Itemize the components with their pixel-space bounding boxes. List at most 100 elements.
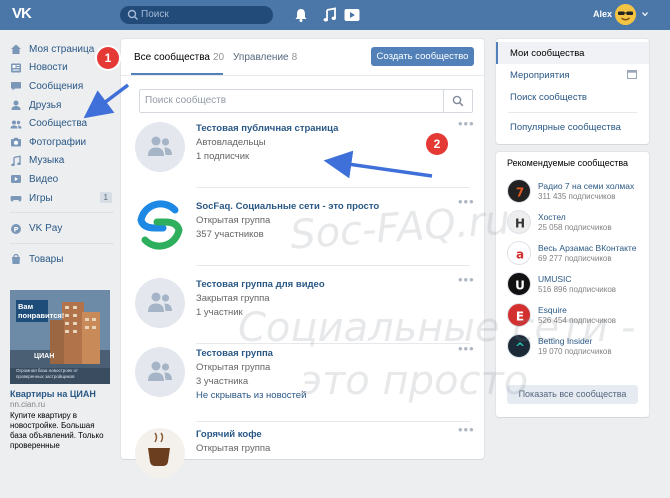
community-name[interactable]: SocFaq. Социальные сети - это просто <box>196 201 379 212</box>
unhide-from-news-link[interactable]: Не скрывать из новостей <box>196 390 306 401</box>
more-icon[interactable]: ••• <box>458 116 475 131</box>
recommended-community-subscribers: 516 896 подписчиков <box>538 285 617 294</box>
community-avatar-placeholder[interactable] <box>135 347 185 397</box>
nav-item-games[interactable]: Игры 1 <box>10 189 114 208</box>
nav-item-messages[interactable]: Сообщения <box>10 77 114 96</box>
global-search-input[interactable]: Поиск <box>120 6 273 24</box>
nav-item-photos[interactable]: Фотографии <box>10 133 114 152</box>
tab-all-communities[interactable]: Все сообщества 20 <box>134 52 224 63</box>
nav-label-news: Новости <box>29 62 68 74</box>
community-search-button[interactable] <box>443 90 472 112</box>
community-row[interactable]: Тестовая группа Открытая группа 3 участн… <box>121 339 484 417</box>
svg-text:7: 7 <box>516 186 524 200</box>
community-search-placeholder: Поиск сообществ <box>145 95 227 106</box>
svg-text:P: P <box>14 225 19 233</box>
row-divider <box>196 187 470 188</box>
ad-title[interactable]: Квартиры на ЦИАН <box>10 389 110 399</box>
community-name[interactable]: Тестовая группа для видео <box>196 279 325 290</box>
tab-management-count: 8 <box>291 52 298 63</box>
hostel-logo[interactable]: H <box>507 210 531 234</box>
recommended-community[interactable]: H Хостел 25 058 подписчиков <box>507 210 647 238</box>
recommended-community-subscribers: 19 070 подписчиков <box>538 347 612 356</box>
recommended-community-name[interactable]: Betting Insider <box>538 336 592 346</box>
socfaq-logo[interactable] <box>135 200 185 250</box>
coffee-avatar[interactable] <box>135 428 185 478</box>
recommended-community[interactable]: a Весь Арзамас ВКонтакте 69 277 подписчико… <box>507 241 647 269</box>
menu-popular-communities[interactable]: Популярные сообщества <box>496 116 649 138</box>
ad-image[interactable]: Вам понравится! ЦИАН Огромная база новос… <box>10 290 110 384</box>
menu-search-communities[interactable]: Поиск сообществ <box>496 86 649 108</box>
recommended-community[interactable]: 7 Радио 7 на семи холмах 311 435 подписчик… <box>507 179 647 207</box>
more-icon[interactable]: ••• <box>458 194 475 209</box>
recommended-community-name[interactable]: Радио 7 на семи холмах <box>538 181 634 191</box>
chevron-down-icon[interactable] <box>642 11 648 17</box>
community-name[interactable]: Горячий кофе <box>196 429 262 440</box>
arzamas-logo[interactable]: a <box>507 241 531 265</box>
show-all-communities-button[interactable]: Показать все сообщества <box>507 385 638 404</box>
bell-icon[interactable] <box>293 7 309 23</box>
more-icon[interactable]: ••• <box>458 272 475 287</box>
recommended-community-name[interactable]: UMUSIC <box>538 274 572 284</box>
radio7-logo[interactable]: 7 <box>507 179 531 203</box>
community-type: Открытая группа <box>196 443 271 454</box>
ad-image-brand: ЦИАН <box>34 353 55 360</box>
menu-label-my-communities: Мои сообщества <box>510 48 585 59</box>
menu-events[interactable]: Мероприятия <box>496 64 649 86</box>
nav-item-video[interactable]: Видео <box>10 170 114 189</box>
esquire-logo[interactable]: E <box>507 303 531 327</box>
community-avatar-placeholder[interactable] <box>135 122 185 172</box>
vkpay-icon: P <box>11 223 21 234</box>
community-members[interactable]: 1 участник <box>196 307 243 318</box>
community-row[interactable]: Тестовая публичная страница Автовладельц… <box>121 114 484 192</box>
community-members[interactable]: 3 участника <box>196 376 248 387</box>
community-name[interactable]: Тестовая публичная страница <box>196 123 338 134</box>
ad-url[interactable]: nn.cian.ru <box>10 400 110 409</box>
community-row[interactable]: SocFaq. Социальные сети - это просто Отк… <box>121 192 484 270</box>
recommended-community-name[interactable]: Esquire <box>538 305 567 315</box>
news-icon <box>11 63 21 73</box>
user-name[interactable]: Alex <box>593 9 612 19</box>
nav-divider <box>10 212 114 214</box>
svg-text:U: U <box>515 279 525 293</box>
community-type: Открытая группа <box>196 215 271 226</box>
ad-block[interactable]: Вам понравится! ЦИАН Огромная база новос… <box>10 290 110 451</box>
music-icon[interactable] <box>322 7 338 23</box>
nav-label-messages: Сообщения <box>29 80 84 92</box>
community-name[interactable]: Тестовая группа <box>196 348 273 359</box>
community-row[interactable]: Горячий кофе Открытая группа ••• <box>121 420 484 498</box>
nav-item-music[interactable]: Музыка <box>10 152 114 171</box>
create-community-button[interactable]: Создать сообщество <box>371 47 474 66</box>
community-avatar-placeholder[interactable] <box>135 278 185 328</box>
community-row[interactable]: Тестовая группа для видео Закрытая групп… <box>121 270 484 348</box>
menu-label-popular-communities: Популярные сообщества <box>510 122 621 133</box>
community-members[interactable]: 357 участников <box>196 229 264 240</box>
more-icon[interactable]: ••• <box>458 422 475 437</box>
video-icon[interactable] <box>344 7 360 23</box>
nav-item-friends[interactable]: Друзья <box>10 96 114 115</box>
community-search-input[interactable]: Поиск сообществ <box>139 89 473 113</box>
umusic-logo[interactable]: U <box>507 272 531 296</box>
vk-logo[interactable]: VK <box>12 5 34 25</box>
recommended-communities: Рекомендуемые сообщества 7 Радио 7 на сем… <box>496 152 649 417</box>
recommended-community-name[interactable]: Весь Арзамас ВКонтакте <box>538 243 636 253</box>
betting-logo[interactable]: ^ <box>507 334 531 358</box>
nav-item-vkpay[interactable]: P VK Pay <box>10 219 114 238</box>
community-type: Открытая группа <box>196 362 271 373</box>
tab-all-label: Все сообщества <box>134 52 210 63</box>
step-badge-1: 1 <box>97 47 119 69</box>
recommended-community[interactable]: ^ Betting Insider 19 070 подписчиков <box>507 334 647 362</box>
calendar-icon[interactable] <box>627 69 637 79</box>
games-icon <box>10 196 22 202</box>
nav-item-goods[interactable]: Товары <box>10 250 114 269</box>
recommended-community[interactable]: E Esquire 526 454 подписчиков <box>507 303 647 331</box>
more-icon[interactable]: ••• <box>458 341 475 356</box>
menu-my-communities[interactable]: Мои сообщества <box>496 42 649 64</box>
recommended-community-name[interactable]: Хостел <box>538 212 566 222</box>
communities-icon <box>10 120 22 129</box>
user-avatar[interactable] <box>615 4 636 25</box>
tab-management[interactable]: Управление 8 <box>233 52 297 63</box>
nav-label-photos: Фотографии <box>29 136 87 148</box>
recommended-community[interactable]: U UMUSIC 516 896 подписчиков <box>507 272 647 300</box>
nav-item-communities[interactable]: Сообщества <box>10 114 114 133</box>
community-members[interactable]: 1 подписчик <box>196 151 249 162</box>
